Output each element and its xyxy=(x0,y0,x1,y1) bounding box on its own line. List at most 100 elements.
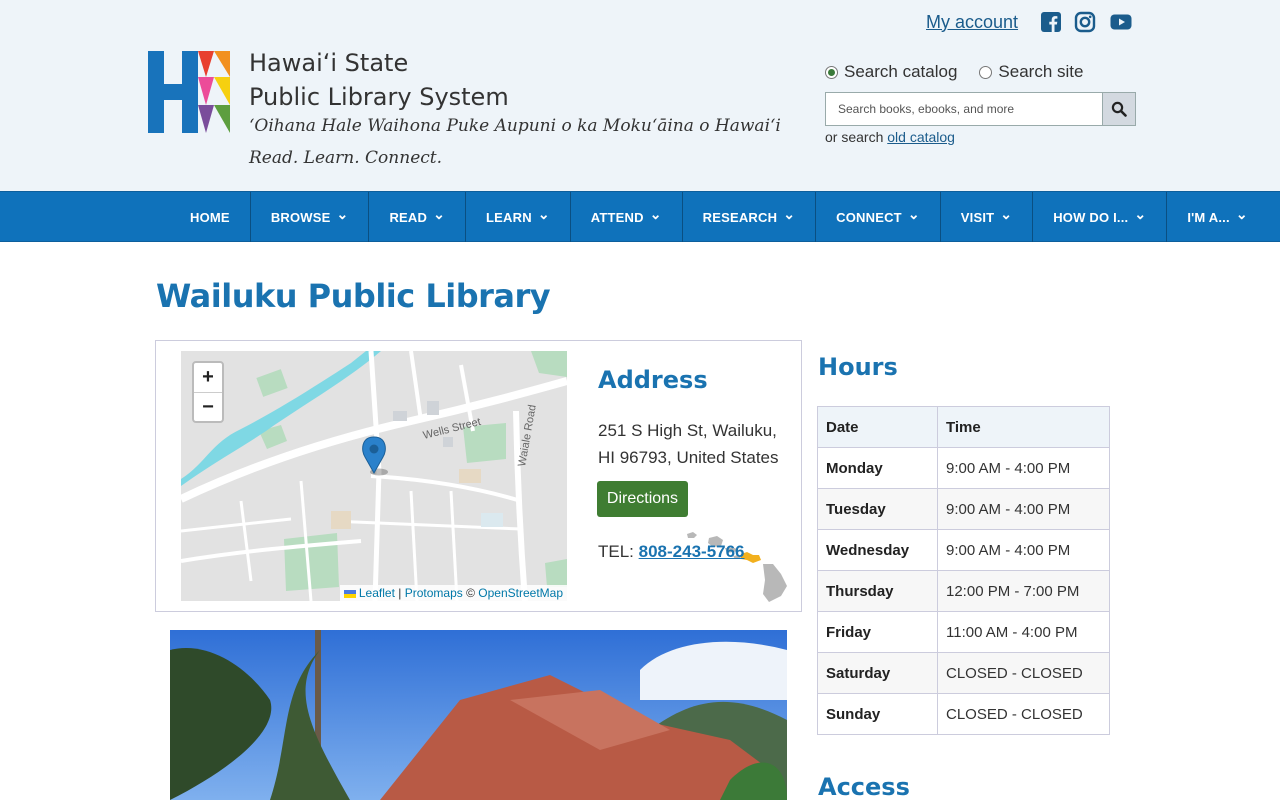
radio-search-catalog[interactable]: Search catalog xyxy=(825,62,957,82)
hours-col-time: Time xyxy=(937,406,1110,448)
chevron-down-icon: ⌄ xyxy=(336,206,349,222)
old-catalog-link[interactable]: old catalog xyxy=(887,129,955,145)
site-name[interactable]: Hawaiʻi State Public Library System xyxy=(249,46,509,114)
attribution-separator: | xyxy=(398,586,402,600)
old-catalog-prefix: or search xyxy=(825,129,884,145)
search-button[interactable] xyxy=(1102,92,1136,126)
search-form xyxy=(825,92,1136,126)
hours-time: CLOSED - CLOSED xyxy=(937,693,1110,735)
site-tagline: ʻOihana Hale Waihona Puke Aupuni o ka Mo… xyxy=(249,116,781,136)
hours-day: Monday xyxy=(817,447,938,489)
nav-item-connect[interactable]: CONNECT ⌄ xyxy=(816,192,941,242)
nav-item-label: LEARN xyxy=(486,209,532,225)
nav-item-label: BROWSE xyxy=(270,209,331,225)
hours-time: CLOSED - CLOSED xyxy=(937,652,1110,694)
directions-button[interactable]: Directions xyxy=(597,481,688,517)
nav-item-label: READ xyxy=(389,209,428,225)
site-name-line1: Hawaiʻi State xyxy=(249,49,409,77)
library-photo xyxy=(170,630,787,800)
tel-link[interactable]: 808-243-5766 xyxy=(639,542,745,561)
hours-row: Saturday CLOSED - CLOSED xyxy=(817,652,1110,694)
hours-time: 11:00 AM - 4:00 PM xyxy=(937,611,1110,653)
nav-item-label: ATTEND xyxy=(590,209,644,225)
hours-row: Monday 9:00 AM - 4:00 PM xyxy=(817,447,1110,489)
tel-prefix: TEL: xyxy=(598,542,634,561)
radio-label-catalog: Search catalog xyxy=(844,62,958,81)
map-attribution: Leaflet | Protomaps © OpenStreetMap xyxy=(339,585,567,601)
protomaps-link[interactable]: Protomaps xyxy=(405,586,463,600)
nav-item-read[interactable]: READ ⌄ xyxy=(369,192,467,242)
nav-item-label: RESEARCH xyxy=(702,209,778,225)
old-catalog-note: or search old catalog xyxy=(825,129,955,145)
library-building-image xyxy=(170,630,787,800)
radio-label-site: Search site xyxy=(998,62,1084,81)
hours-row: Sunday CLOSED - CLOSED xyxy=(817,693,1110,735)
nav-item-label: HOME xyxy=(190,209,230,225)
hours-row: Thursday 12:00 PM - 7:00 PM xyxy=(817,570,1110,612)
nav-item-label: VISIT xyxy=(960,209,995,225)
leaflet-link[interactable]: Leaflet xyxy=(359,586,395,600)
location-map[interactable]: Wells Street Waiale Road + − Leaflet | P… xyxy=(181,351,567,601)
facebook-icon[interactable] xyxy=(1040,11,1062,33)
map-zoom-control: + − xyxy=(192,361,224,423)
top-links: My account xyxy=(926,8,1134,36)
hours-table: Date Time Monday 9:00 AM - 4:00 PM Tuesday… xyxy=(817,406,1110,735)
hours-time: 12:00 PM - 7:00 PM xyxy=(937,570,1110,612)
main-nav: HOME BROWSE ⌄ READ ⌄ LEARN ⌄ ATTEND ⌄ RESEARCH ⌄ CO… xyxy=(0,191,1280,242)
hours-day: Friday xyxy=(817,611,938,653)
page-title: Wailuku Public Library xyxy=(156,277,551,315)
nav-item-how-do-i[interactable]: HOW DO I... ⌄ xyxy=(1033,192,1168,242)
youtube-icon[interactable] xyxy=(1108,11,1134,33)
openstreetmap-link[interactable]: OpenStreetMap xyxy=(478,586,563,600)
zoom-out-button[interactable]: − xyxy=(194,392,222,421)
search-input[interactable] xyxy=(825,92,1103,126)
site-motto: Read. Learn. Connect. xyxy=(249,148,443,168)
nav-item-attend[interactable]: ATTEND ⌄ xyxy=(571,192,683,242)
nav-item-label: HOW DO I... xyxy=(1053,209,1129,225)
hours-day: Sunday xyxy=(817,693,938,735)
map-tiles: Wells Street Waiale Road xyxy=(181,351,567,601)
hours-row: Friday 11:00 AM - 4:00 PM xyxy=(817,611,1110,653)
address-text: 251 S High St, Wailuku, HI 96793, United… xyxy=(598,417,788,471)
hspls-logo[interactable] xyxy=(148,51,230,133)
hours-time: 9:00 AM - 4:00 PM xyxy=(937,529,1110,571)
hours-heading: Hours xyxy=(818,353,898,381)
chevron-down-icon: ⌄ xyxy=(649,206,662,222)
chevron-down-icon: ⌄ xyxy=(907,206,920,222)
nav-item-learn[interactable]: LEARN ⌄ xyxy=(466,192,571,242)
chevron-down-icon: ⌄ xyxy=(783,206,796,222)
chevron-down-icon: ⌄ xyxy=(1235,206,1248,222)
hours-col-date: Date xyxy=(817,406,938,448)
radio-dot-selected[interactable] xyxy=(825,65,838,79)
search-icon xyxy=(1111,101,1127,117)
chevron-down-icon: ⌄ xyxy=(1134,206,1147,222)
nav-item-research[interactable]: RESEARCH ⌄ xyxy=(683,192,817,242)
chevron-down-icon: ⌄ xyxy=(537,206,550,222)
hawaii-islands-icon xyxy=(687,532,787,602)
nav-item-visit[interactable]: VISIT ⌄ xyxy=(941,192,1034,242)
main-nav-list: HOME BROWSE ⌄ READ ⌄ LEARN ⌄ ATTEND ⌄ RESEARCH ⌄ CO… xyxy=(170,192,1268,242)
hours-day: Thursday xyxy=(817,570,938,612)
hours-row: Tuesday 9:00 AM - 4:00 PM xyxy=(817,488,1110,530)
hours-day: Wednesday xyxy=(817,529,938,571)
zoom-in-button[interactable]: + xyxy=(194,363,222,392)
instagram-icon[interactable] xyxy=(1074,11,1096,33)
hours-row: Wednesday 9:00 AM - 4:00 PM xyxy=(817,529,1110,571)
search-options: Search catalog Search site xyxy=(825,62,1083,82)
hours-time: 9:00 AM - 4:00 PM xyxy=(937,447,1110,489)
chevron-down-icon: ⌄ xyxy=(1000,206,1013,222)
nav-item-home[interactable]: HOME xyxy=(170,192,251,242)
radio-search-site[interactable]: Search site xyxy=(979,62,1083,82)
my-account-link[interactable]: My account xyxy=(926,12,1018,33)
access-heading: Access xyxy=(818,773,910,800)
location-card: Wells Street Waiale Road + − Leaflet | P… xyxy=(155,340,802,612)
nav-item-label: CONNECT xyxy=(836,209,902,225)
hours-body: Monday 9:00 AM - 4:00 PM Tuesday 9:00 AM - … xyxy=(817,447,1110,735)
address-heading: Address xyxy=(598,366,708,394)
nav-item-i-m-a[interactable]: I'M A... ⌄ xyxy=(1167,192,1267,242)
copyright-symbol: © xyxy=(466,586,475,600)
hours-day: Tuesday xyxy=(817,488,938,530)
nav-item-browse[interactable]: BROWSE ⌄ xyxy=(251,192,370,242)
site-name-line2: Public Library System xyxy=(249,83,509,111)
radio-dot[interactable] xyxy=(979,65,993,79)
